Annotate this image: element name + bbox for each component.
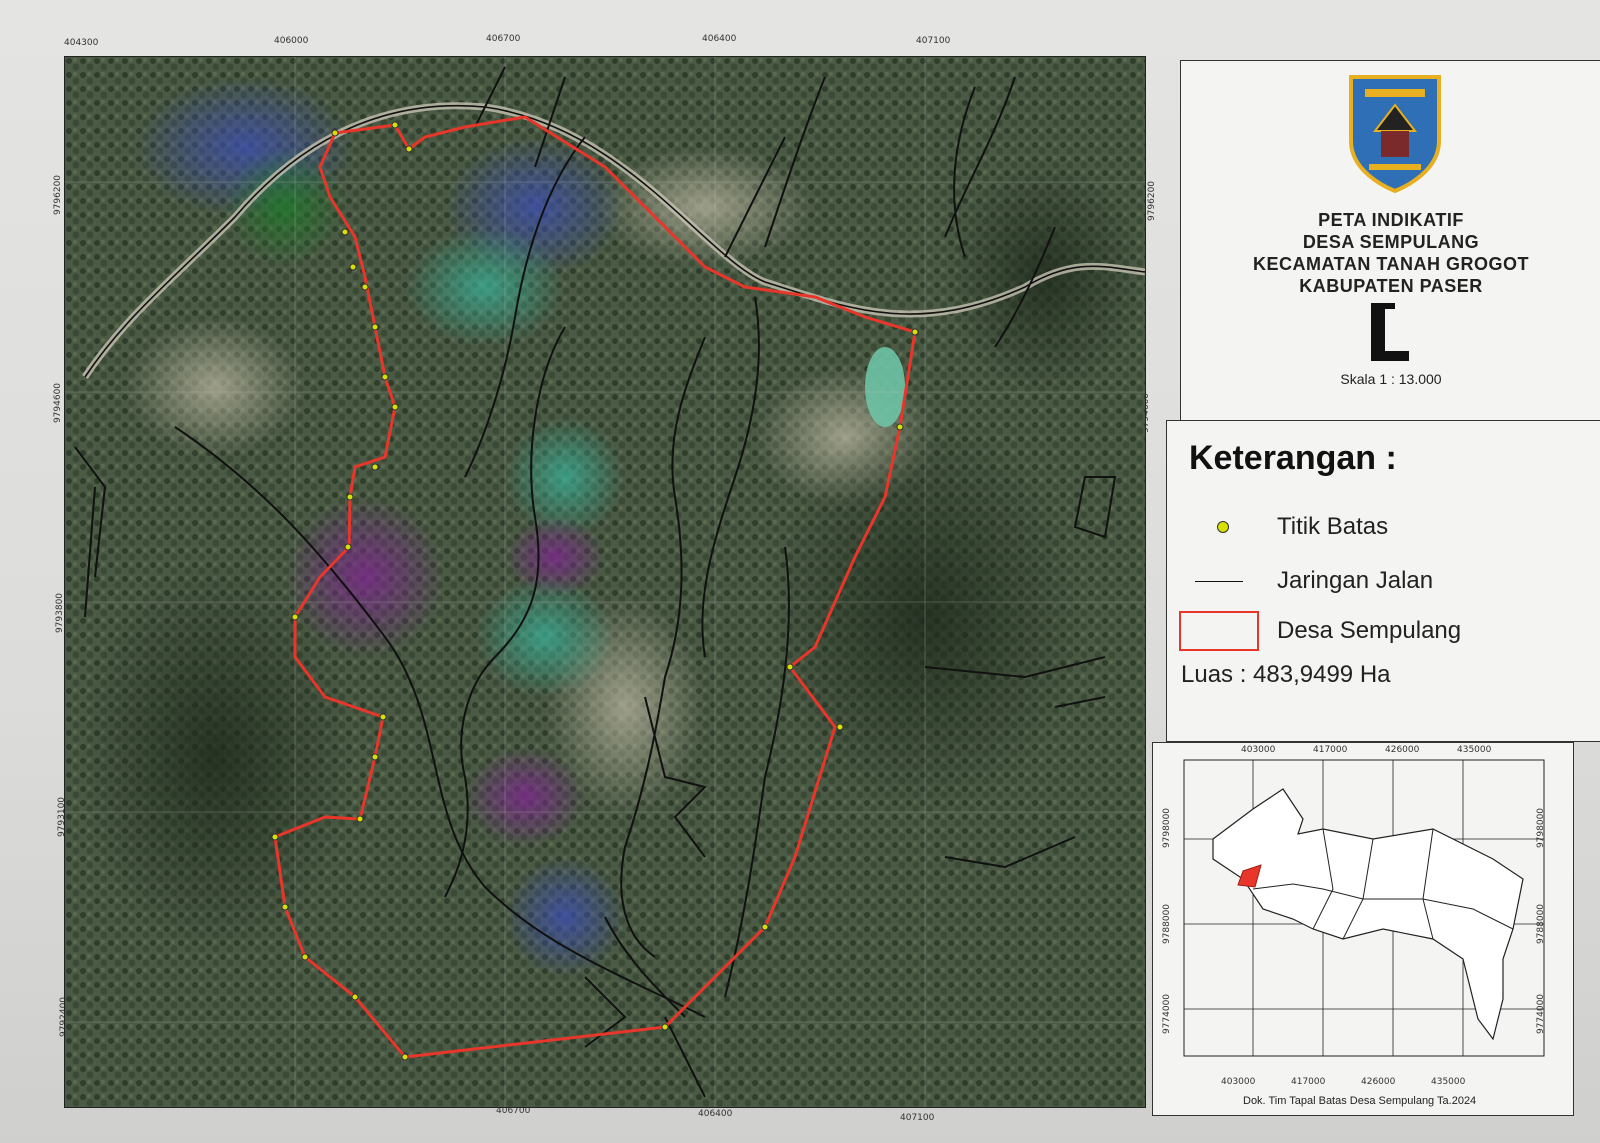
- inset-top-coord-4: 435000: [1457, 745, 1492, 755]
- inset-left-coord-1: 9798000: [1162, 807, 1173, 849]
- legend-label: Desa Sempulang: [1277, 617, 1462, 644]
- inset-left-coord-3: 9774000: [1162, 993, 1173, 1035]
- top-coord-1: 404300: [64, 38, 99, 48]
- legend-heading: Keterangan :: [1189, 439, 1397, 477]
- legend-panel: Keterangan : Titik Batas Jaringan Jalan …: [1166, 420, 1600, 742]
- inset-bottom-coord-2: 417000: [1291, 1077, 1326, 1087]
- left-coord-1: 9796200: [53, 174, 64, 216]
- top-coord-5: 407100: [916, 36, 951, 46]
- top-coord-2: 406000: [274, 36, 309, 46]
- inset-bottom-coord-1: 403000: [1221, 1077, 1256, 1087]
- map-credit: Dok. Tim Tapal Batas Desa Sempulang Ta.2…: [1243, 1095, 1477, 1107]
- inset-panel: 403000 417000 426000 435000 403000 41700…: [1152, 742, 1574, 1116]
- inset-map[interactable]: [1183, 759, 1553, 1069]
- inset-top-coord-2: 417000: [1313, 745, 1348, 755]
- road-line-icon: [1195, 581, 1243, 582]
- north-arrow-icon: [1371, 303, 1409, 361]
- map-title: PETA INDIKATIF DESA SEMPULANG KECAMATAN …: [1181, 209, 1600, 297]
- title-line-3: KECAMATAN TANAH GROGOT: [1253, 254, 1529, 274]
- regency-emblem-icon: [1349, 75, 1441, 194]
- inset-bottom-coord-4: 435000: [1431, 1077, 1466, 1087]
- inset-left-coord-2: 9788000: [1162, 903, 1173, 945]
- inset-top-coord-3: 426000: [1385, 745, 1420, 755]
- title-line-1: PETA INDIKATIF: [1318, 210, 1464, 230]
- point-icon: [1217, 521, 1229, 533]
- right-coord-1: 9796200: [1147, 180, 1158, 222]
- map-canvas: [65, 57, 1145, 1107]
- legend-label: Jaringan Jalan: [1277, 567, 1434, 594]
- satellite-map[interactable]: [64, 56, 1146, 1108]
- left-coord-2: 9794600: [53, 382, 64, 424]
- bottom-coord-5: 407100: [900, 1113, 935, 1123]
- title-line-2: DESA SEMPULANG: [1302, 232, 1480, 252]
- bottom-coord-4: 406400: [698, 1109, 733, 1119]
- inset-top-coord-1: 403000: [1241, 745, 1276, 755]
- title-panel: PETA INDIKATIF DESA SEMPULANG KECAMATAN …: [1180, 60, 1600, 422]
- red-boundary-icon: [1179, 611, 1259, 651]
- map-scale: Skala 1 : 13.000: [1340, 371, 1442, 387]
- top-coord-4: 406400: [702, 34, 737, 44]
- inset-bottom-coord-3: 426000: [1361, 1077, 1396, 1087]
- title-line-4: KABUPATEN PASER: [1299, 276, 1483, 296]
- area-value: Luas : 483,9499 Ha: [1181, 661, 1391, 688]
- legend-label: Titik Batas: [1277, 513, 1389, 540]
- map-sheet: 404300 406000 406700 406400 407100 40430…: [0, 0, 1600, 1143]
- top-coord-3: 406700: [486, 34, 521, 44]
